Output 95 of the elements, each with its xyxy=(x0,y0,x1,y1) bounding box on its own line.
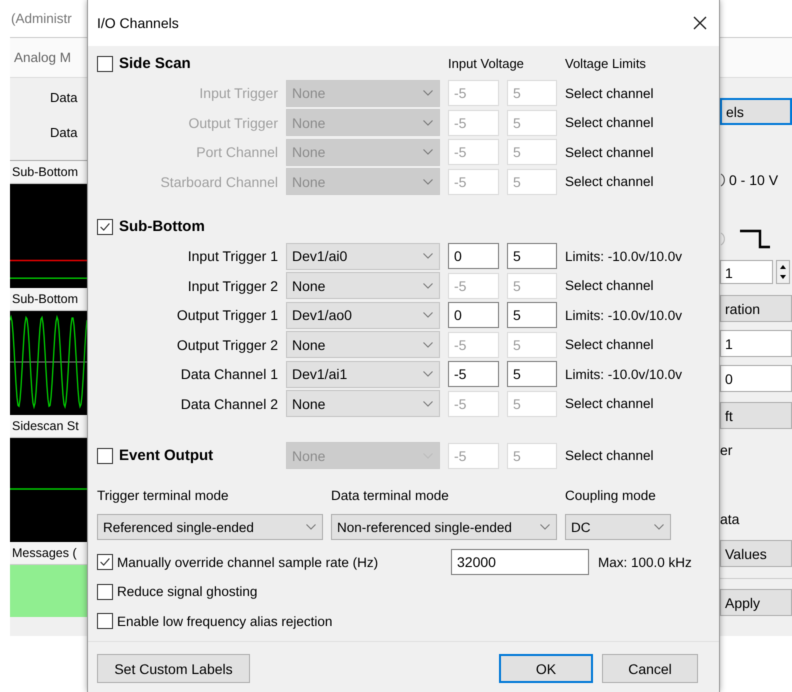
channel-label: Output Trigger 2 xyxy=(176,336,278,352)
caret-icon xyxy=(423,178,433,184)
channel-label: Input Trigger 2 xyxy=(186,278,278,294)
caret-icon xyxy=(423,400,433,406)
channel-dropdown[interactable]: None xyxy=(286,272,440,299)
panel-title: Sub-Bottom xyxy=(10,161,87,184)
panel-title: Sub-Bottom xyxy=(10,288,87,311)
button[interactable]: els xyxy=(720,98,792,125)
mode-label: Trigger terminal mode xyxy=(97,487,230,505)
section-label: Event Output xyxy=(119,447,214,464)
caret-icon xyxy=(423,371,433,377)
max-rate-label: Max: 100.0 kHz xyxy=(598,554,693,570)
checkbox-label: Reduce signal ghosting xyxy=(117,584,258,599)
button[interactable]: Cancel xyxy=(602,654,698,683)
button[interactable]: OK xyxy=(499,654,593,683)
caret-icon xyxy=(423,120,433,126)
column-header: Input Voltage xyxy=(448,56,525,71)
channel-dropdown[interactable]: Dev1/ai1 xyxy=(286,360,440,388)
section-label: Side Scan xyxy=(119,55,191,72)
caret-icon xyxy=(540,524,550,530)
caret-icon xyxy=(423,312,433,318)
mode-label: Coupling mode xyxy=(565,487,657,505)
input-field[interactable]: -5 xyxy=(448,361,499,387)
limits-label: Select channel xyxy=(565,86,655,100)
dialog-title: I/O Channels xyxy=(97,15,179,31)
mode-dropdown[interactable]: Non-referenced single-ended xyxy=(331,514,557,540)
label: er xyxy=(720,441,734,460)
radio-icon[interactable] xyxy=(720,232,726,246)
input-field[interactable]: 0 xyxy=(448,302,499,328)
field-label: Data xyxy=(49,124,78,142)
caret-icon xyxy=(423,253,433,259)
limits-label: Select channel xyxy=(565,448,655,463)
window-title: (Administr xyxy=(10,11,72,26)
caret-icon xyxy=(423,282,433,288)
checkbox[interactable] xyxy=(97,56,113,72)
tab[interactable]: Analog M xyxy=(10,50,72,65)
limits-label: Select channel xyxy=(565,115,655,130)
panel-title: Sidescan St xyxy=(10,415,87,438)
checkbox[interactable] xyxy=(97,554,113,570)
button[interactable]: Apply xyxy=(720,589,792,616)
limits-label: Select channel xyxy=(565,337,655,352)
input-field[interactable]: 5 xyxy=(507,302,557,328)
limits-label: Select channel xyxy=(565,396,655,411)
channel-label: Starboard Channel xyxy=(159,174,278,190)
channel-label: Output Trigger xyxy=(188,114,278,130)
limits-label: Limits: -10.0v/10.0v xyxy=(565,308,684,322)
button[interactable]: ration xyxy=(720,295,792,322)
caret-icon xyxy=(423,149,433,155)
channel-label: Data Channel 1 xyxy=(180,366,278,382)
limits-label: Limits: -10.0v/10.0v xyxy=(565,366,684,382)
button[interactable]: Values xyxy=(720,540,792,567)
limits-label: Select channel xyxy=(565,144,655,160)
checkbox[interactable] xyxy=(97,448,113,464)
step-signal-icon xyxy=(739,229,771,249)
panel-title: Messages ( xyxy=(10,542,87,565)
caret-icon xyxy=(306,524,316,530)
input-field[interactable]: 5 xyxy=(507,243,557,269)
checkbox[interactable] xyxy=(97,218,113,234)
channel-dropdown[interactable]: None xyxy=(286,390,440,417)
checkbox[interactable] xyxy=(97,613,113,629)
channel-dropdown[interactable]: None xyxy=(286,331,440,358)
input-field[interactable]: 1 xyxy=(720,330,792,357)
section-label: Sub-Bottom xyxy=(119,218,205,235)
checkbox[interactable] xyxy=(97,584,113,600)
field-label: Data xyxy=(49,89,78,107)
limits-label: Select channel xyxy=(565,278,655,293)
channel-dropdown[interactable]: Dev1/ai0 xyxy=(286,242,440,270)
input-field[interactable]: 5 xyxy=(507,361,557,387)
button[interactable]: Set Custom Labels xyxy=(97,654,250,683)
radio-icon[interactable] xyxy=(720,173,726,187)
input-field[interactable]: 0 xyxy=(448,243,499,269)
input-field[interactable]: 0 xyxy=(720,365,792,392)
caret-icon xyxy=(654,524,664,530)
button[interactable]: ft xyxy=(720,402,792,429)
channel-label: Data Channel 2 xyxy=(180,396,278,412)
limits-label: Limits: -10.0v/10.0v xyxy=(565,248,684,264)
channel-label: Output Trigger 1 xyxy=(176,307,278,323)
caret-icon xyxy=(423,90,433,96)
mode-dropdown[interactable]: DC xyxy=(565,514,671,540)
radio-label: 0 - 10 V xyxy=(729,172,778,188)
mode-label: Data terminal mode xyxy=(331,487,450,505)
limits-label: Select channel xyxy=(565,174,655,189)
channel-label: Port Channel xyxy=(195,144,278,160)
close-icon[interactable] xyxy=(693,16,707,30)
caret-icon xyxy=(423,342,433,348)
column-header: Voltage Limits xyxy=(565,56,647,71)
mode-dropdown[interactable]: Referenced single-ended xyxy=(97,514,323,540)
channel-label: Input Trigger xyxy=(198,85,278,101)
channel-dropdown[interactable]: Dev1/ao0 xyxy=(286,302,440,328)
checkbox-label: Manually override channel sample rate (Hz) xyxy=(117,554,378,570)
checkbox-label: Enable low frequency alias rejection xyxy=(117,614,332,628)
spin-arrows-icon[interactable] xyxy=(776,260,790,284)
label: ata xyxy=(720,510,740,529)
sample-rate-field[interactable]: 32000 xyxy=(451,549,589,575)
channel-label: Input Trigger 1 xyxy=(186,248,278,264)
